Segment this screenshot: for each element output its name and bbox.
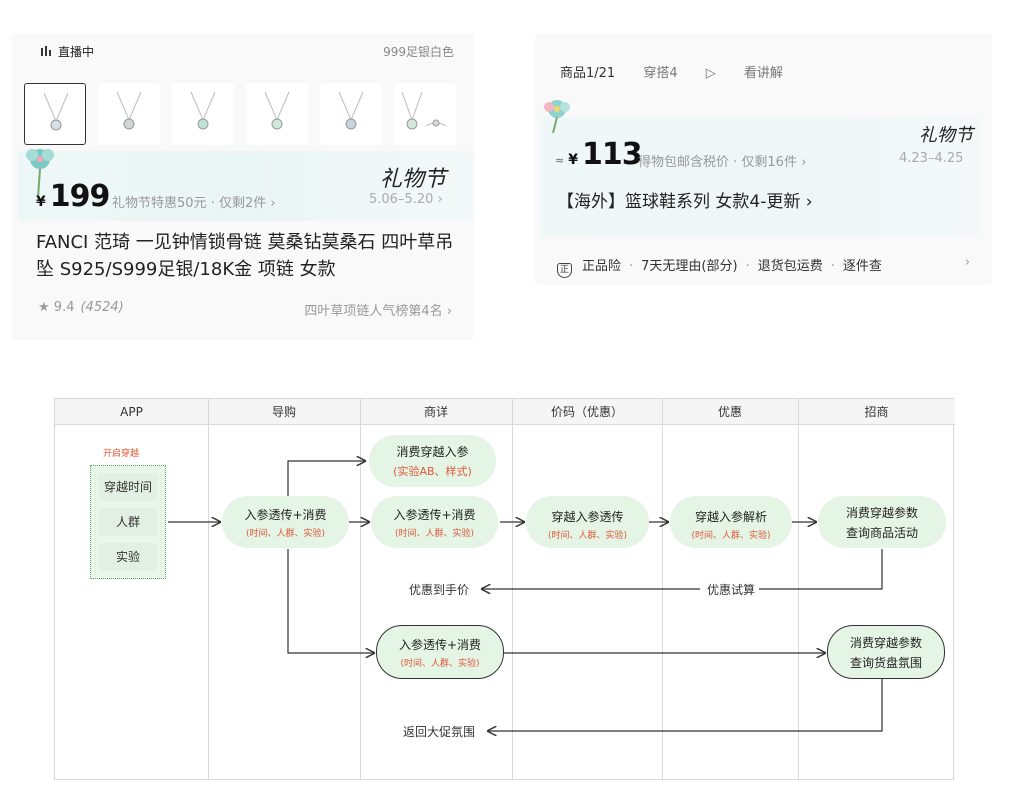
service-item: 逐件查 [842,259,882,274]
service-item: 退货包运费 [757,259,823,274]
thumbnail-5[interactable] [320,83,382,145]
node-detail-consume: 消费穿越入参 (实验AB、样式) [369,435,496,487]
necklace-image [264,91,290,130]
thumbnail-strip [24,83,474,145]
node-subtitle: (时间、人群、实验) [547,531,628,541]
app-param-crowd: 人群 [98,508,158,536]
thumbnail-6[interactable] [394,83,456,145]
necklace-image [116,91,142,130]
node-subtitle: 查询货盘氛围 [849,656,922,670]
node-title: 穿越入参解析 [694,510,767,524]
necklace-image [43,92,69,131]
tab-bar: 商品1/21 穿搭4 ▷ 看讲解 [560,62,831,81]
node-title: 消费穿越入参 [396,445,469,459]
product-card-necklace[interactable]: 直播中 999足银白色 ¥199 礼物节特惠50元 · 仅剩2件 › 礼物节 5… [12,33,474,340]
festival-logo: 礼物节 [919,125,973,146]
node-guide-passthrough: 入参透传+消费 (时间、人群、实验) [222,496,349,548]
flow-connectors [168,399,883,781]
live-indicator[interactable]: 直播中 [41,43,94,60]
label-promo-calc: 优惠试算 [703,581,760,598]
tab-explain[interactable]: ▷ 看讲解 [706,66,807,81]
rating-score: 9.4 [53,300,75,315]
app-section-title: 开启穿越 [103,449,140,459]
flower-decoration-icon [539,95,575,139]
node-title: 入参透传+消费 [393,508,476,522]
rating[interactable]: ★ 9.4 (4524) [38,300,124,315]
swimlane-diagram: APP 导购 商详 价码（优惠） 优惠 招商 开启穿越 穿越时间 人群 实验 入… [54,398,955,781]
currency-symbol: ¥ [568,152,578,168]
necklace-image [338,91,364,130]
node-subtitle: (时间、人群、实验) [245,529,326,539]
service-item: 7天无理由(部分) [641,259,738,274]
necklace-image [190,91,216,130]
service-guarantees[interactable]: 正正品险 · 7天无理由(部分) · 退货包运费 · 逐件查 [557,255,888,278]
node-subtitle: (时间、人群、实验) [691,531,771,541]
ranking-link[interactable]: 四叶草项链人气榜第4名 › [304,300,452,319]
currency-symbol: ¥ [36,194,46,210]
live-bars-icon [41,45,52,59]
product-title[interactable]: 【海外】篮球鞋系列 女款4-更新 › [557,187,813,212]
product-card-sneakers[interactable]: 商品1/21 穿搭4 ▷ 看讲解 ≈ ¥113 得物包邮含税价 · 仅剩16件 ›… [535,33,992,285]
app-param-experiment: 实验 [98,543,158,571]
node-title: 消费穿越参数 [849,636,922,650]
star-icon: ★ [38,300,50,315]
node-subtitle: (实验AB、样式) [393,465,472,478]
thumbnail-4[interactable] [246,83,308,145]
node-detail-passthrough-2: 入参透传+消费 (时间、人群、实验) [376,625,504,679]
festival-dates: 4.23–4.25 [899,151,964,166]
node-biz-activity: 消费穿越参数 查询商品活动 [818,496,946,548]
thumbnail-3[interactable] [172,83,234,145]
app-params-box: 穿越时间 人群 实验 [90,465,166,579]
node-title: 穿越入参透传 [551,510,624,524]
price-value: 199 [49,179,111,214]
shield-icon: 正 [557,263,572,278]
thumbnail-2[interactable] [98,83,160,145]
app-param-time: 穿越时间 [98,473,158,501]
node-title: 消费穿越参数 [845,506,918,520]
live-label: 直播中 [58,45,95,59]
label-hand-price: 优惠到手价 [405,581,474,598]
node-price-passthrough: 穿越入参透传 (时间、人群、实验) [526,496,649,548]
necklace-and-bracelet-image [401,91,447,130]
rating-count: (4524) [80,300,124,315]
tab-outfit[interactable]: 穿搭4 [643,66,677,81]
play-icon: ▷ [705,66,720,81]
festival-dates[interactable]: 5.06–5.20 › [369,192,443,207]
thumbnail-1[interactable] [24,83,86,145]
promo-text[interactable]: 礼物节特惠50元 · 仅剩2件 › [112,192,276,211]
promo-text[interactable]: 得物包邮含税价 · 仅剩16件 › [638,151,806,170]
node-title: 入参透传+消费 [398,638,482,652]
label-return-atmosphere: 返回大促氛围 [399,723,480,740]
chevron-right-icon[interactable]: › [965,255,970,270]
node-subtitle: 查询商品活动 [845,526,918,540]
selected-variant[interactable]: 999足银白色 [383,43,454,60]
product-title: FANCI 范琦 一见钟情锁骨链 莫桑钻莫桑石 四叶草吊坠 S925/S999足… [36,232,454,280]
separator-dot: · [629,259,634,274]
price-value: 113 [581,137,643,172]
node-detail-passthrough: 入参透传+消费 (时间、人群、实验) [371,496,498,548]
separator-dot: · [830,259,835,274]
node-title: 入参透传+消费 [244,508,327,522]
price: ≈ ¥113 [555,137,643,172]
node-subtitle: (时间、人群、实验) [394,529,475,539]
node-promo-parse: 穿越入参解析 (时间、人群、实验) [670,496,792,548]
price-banner [541,117,981,237]
festival-logo: 礼物节 [380,167,447,192]
approx-symbol: ≈ [555,154,565,167]
price: ¥199 [36,179,111,214]
node-biz-atmosphere: 消费穿越参数 查询货盘氛围 [827,625,945,679]
tab-explain-label: 看讲解 [743,66,783,81]
node-subtitle: (时间、人群、实验) [400,659,480,669]
tab-goods[interactable]: 商品1/21 [560,66,615,81]
separator-dot: · [745,259,750,274]
service-item: 正品险 [582,259,622,274]
